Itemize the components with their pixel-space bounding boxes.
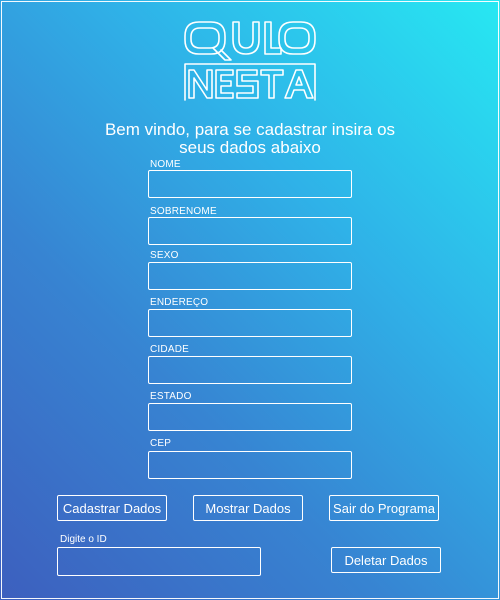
nome-label: NOME (150, 159, 181, 170)
endereco-label: ENDEREÇO (150, 297, 209, 308)
app-logo: QUO NESTA (183, 20, 319, 102)
cidade-label: CIDADE (150, 344, 189, 355)
welcome-text-line-2: seus dados abaixo (179, 138, 321, 157)
deletar-dados-button[interactable]: Deletar Dados (331, 547, 441, 573)
cep-label: CEP (150, 438, 172, 449)
sexo-input[interactable] (148, 262, 352, 290)
sobrenome-input[interactable] (148, 217, 352, 245)
estado-label: ESTADO (150, 391, 192, 402)
mostrar-dados-button[interactable]: Mostrar Dados (193, 495, 303, 521)
id-input[interactable] (57, 547, 261, 576)
cidade-input[interactable] (148, 356, 352, 384)
sobrenome-label: SOBRENOME (150, 206, 217, 217)
estado-input[interactable] (148, 403, 352, 431)
sexo-label: SEXO (150, 250, 179, 261)
endereco-input[interactable] (148, 309, 352, 337)
welcome-text-line-1: Bem vindo, para se cadastrar insira os (104, 120, 396, 139)
cep-input[interactable] (148, 451, 352, 479)
logo-graphic (184, 21, 316, 101)
cadastrar-dados-button[interactable]: Cadastrar Dados (57, 495, 167, 521)
nome-input[interactable] (148, 170, 352, 198)
sair-do-programa-button[interactable]: Sair do Programa (329, 495, 439, 521)
id-label: Digite o ID (60, 534, 107, 545)
